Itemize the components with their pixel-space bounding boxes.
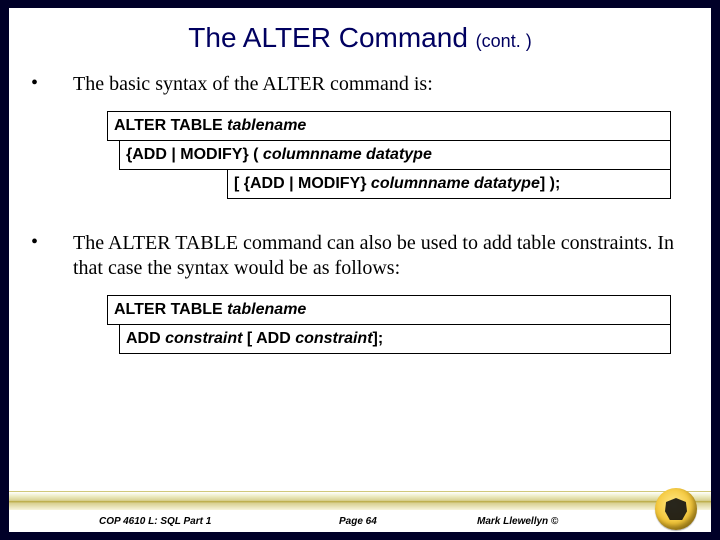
syntax-group-2: ALTER TABLE tablename ADD constraint [ A… [107,295,671,354]
syntax-ident: columnname datatype [263,146,432,163]
slide-title: The ALTER Command (cont. ) [9,22,711,54]
syntax-keyword: {ADD | MODIFY} ( [126,146,263,163]
syntax-ident: columnname datatype [371,175,540,192]
bullet-text: The ALTER TABLE command can also be used… [73,231,681,281]
syntax-suffix: ]; [373,330,384,347]
syntax-ident: constraint [165,330,242,347]
university-logo-icon [655,488,697,530]
syntax-box: ADD constraint [ ADD constraint]; [119,324,671,354]
bullet-text: The basic syntax of the ALTER command is… [73,72,681,97]
footer-page: Page 64 [339,516,377,527]
syntax-keyword: ALTER TABLE [114,301,227,318]
syntax-box: ALTER TABLE tablename [107,295,671,325]
slide-content: • The basic syntax of the ALTER command … [9,72,711,354]
syntax-mid: [ ADD [242,330,295,347]
bullet-item: • The ALTER TABLE command can also be us… [29,231,681,281]
slide-footer: COP 4610 L: SQL Part 1 Page 64 Mark Llew… [9,488,711,532]
syntax-box: ALTER TABLE tablename [107,111,671,141]
syntax-ident: constraint [295,330,372,347]
syntax-keyword: ALTER TABLE [114,117,227,134]
syntax-group-1: ALTER TABLE tablename {ADD | MODIFY} ( c… [107,111,671,199]
bullet-symbol: • [29,231,73,281]
title-main: The ALTER Command [188,22,475,53]
footer-author: Mark Llewellyn © [477,516,558,527]
syntax-ident: tablename [227,117,306,134]
syntax-suffix: ] ); [540,175,560,192]
footer-bar [9,491,711,511]
syntax-keyword: ADD [126,330,165,347]
slide: The ALTER Command (cont. ) • The basic s… [9,8,711,532]
bullet-item: • The basic syntax of the ALTER command … [29,72,681,97]
bullet-symbol: • [29,72,73,97]
syntax-ident: tablename [227,301,306,318]
syntax-keyword: [ {ADD | MODIFY} [234,175,371,192]
syntax-box: {ADD | MODIFY} ( columnname datatype [119,140,671,170]
title-sub: (cont. ) [476,31,532,51]
footer-course: COP 4610 L: SQL Part 1 [99,516,211,527]
syntax-box: [ {ADD | MODIFY} columnname datatype] ); [227,169,671,199]
